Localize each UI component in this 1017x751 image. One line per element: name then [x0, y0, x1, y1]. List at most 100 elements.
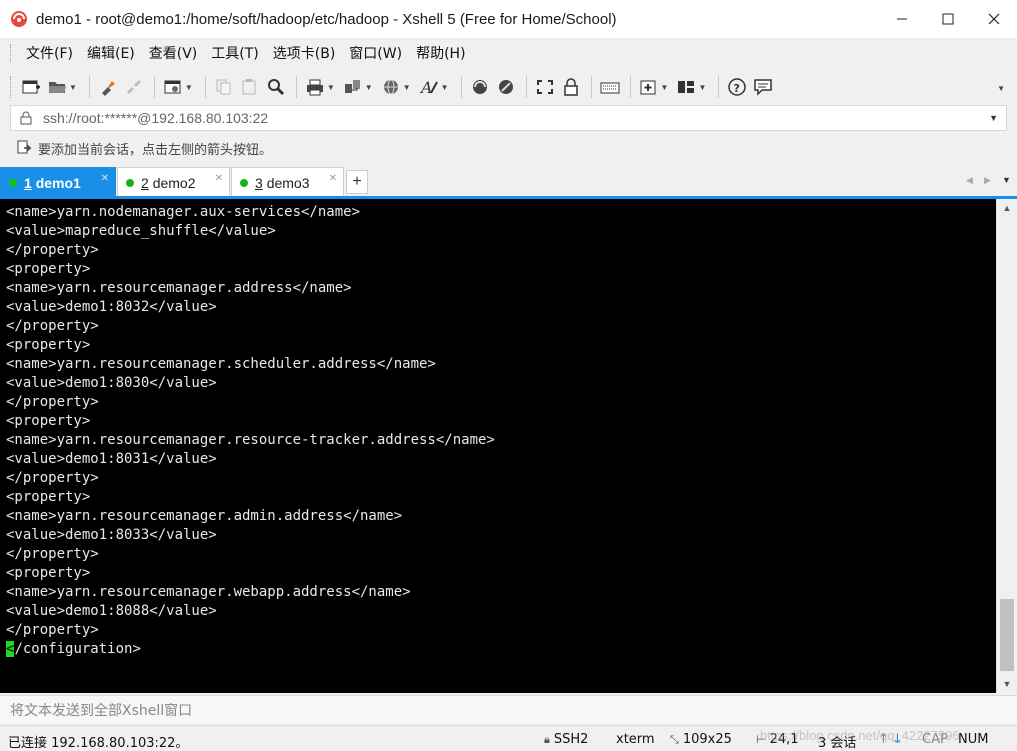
copy-icon [216, 79, 231, 95]
new-session-button[interactable] [19, 75, 43, 99]
window-title: demo1 - root@demo1:/home/soft/hadoop/etc… [36, 10, 617, 28]
tab-close-icon[interactable]: ✕ [329, 173, 337, 184]
protocol-status: 🔒︎ SSH2 [544, 732, 589, 747]
toolbar-separator [460, 76, 462, 98]
caps-lock-indicator: CAP [922, 732, 948, 747]
new-tab-button[interactable]: + [346, 170, 368, 194]
terminal-scrollbar[interactable]: ▲ ▼ [996, 199, 1017, 693]
toolbar: ▼ ▼ ▼ ▼ ▼ A ▼ ▼ ▼ ? ▼ [0, 70, 1017, 104]
address-bar[interactable]: ssh://root:******@192.168.80.103:22 ▼ [10, 105, 1007, 131]
layout-dropdown-icon[interactable]: ▼ [698, 83, 706, 92]
tab-close-icon[interactable]: ✕ [215, 173, 223, 184]
lock-icon [20, 111, 32, 125]
menu-edit[interactable]: 编辑(E) [80, 43, 142, 63]
terminal-line: </property> [6, 394, 99, 410]
resize-icon: ⤡ [670, 733, 679, 746]
font-dropdown-icon[interactable]: ▼ [441, 83, 449, 92]
session-hint-text: 要添加当前会话，点击左侧的箭头按钮。 [38, 142, 273, 158]
address-dropdown-icon[interactable]: ▼ [989, 113, 998, 123]
terminal-line: <property> [6, 565, 91, 581]
scroll-up-icon[interactable]: ▲ [997, 199, 1017, 217]
tab-demo3[interactable]: 3 demo3 ✕ [231, 167, 344, 198]
scroll-down-icon[interactable]: ▼ [997, 675, 1017, 693]
tab-label: 2 demo2 [141, 175, 196, 191]
menu-tools[interactable]: 工具(T) [204, 43, 265, 63]
maximize-button[interactable] [925, 0, 971, 38]
toolbar-overflow-icon[interactable]: ▼ [997, 84, 1005, 93]
transfer-button[interactable] [341, 75, 365, 99]
font-button[interactable]: A [417, 75, 441, 99]
layout-icon [678, 81, 695, 93]
help-button[interactable]: ? [725, 75, 749, 99]
close-button[interactable] [971, 0, 1017, 38]
print-button[interactable] [303, 75, 327, 99]
terminal-line: </property> [6, 546, 99, 562]
svg-text:A: A [419, 78, 433, 96]
transfer-dropdown-icon[interactable]: ▼ [365, 83, 373, 92]
globe-dropdown-icon[interactable]: ▼ [403, 83, 411, 92]
properties-button[interactable] [161, 75, 185, 99]
fullscreen-button[interactable] [533, 75, 557, 99]
open-button[interactable] [45, 75, 69, 99]
terminal-line: <property> [6, 413, 91, 429]
globe-button[interactable] [379, 75, 403, 99]
terminal-line: <value>demo1:8030</value> [6, 375, 217, 391]
paste-button[interactable] [238, 75, 262, 99]
xftp-button[interactable] [468, 75, 492, 99]
find-button[interactable] [264, 75, 288, 99]
connection-status: 已连接 192.168.80.103:22。 [8, 736, 189, 751]
terminal-line: </property> [6, 242, 99, 258]
bookmark-arrow-icon[interactable] [16, 140, 32, 156]
fullscreen-icon [536, 80, 553, 94]
disconnect-button[interactable] [122, 75, 146, 99]
reconnect-button[interactable] [96, 75, 120, 99]
keyboard-button[interactable] [598, 75, 622, 99]
chat-button[interactable] [751, 75, 775, 99]
tab-strip: 1 demo1 ✕ 2 demo2 ✕ 3 demo3 ✕ + ◀ ▶ ▼ [0, 165, 1017, 198]
terminal-size: ⤡ 109x25 [670, 732, 732, 747]
tab-demo2[interactable]: 2 demo2 ✕ [117, 167, 230, 198]
lock-button[interactable] [559, 75, 583, 99]
compose-input[interactable]: 将文本发送到全部Xshell窗口 [10, 700, 1017, 720]
layout-button[interactable] [674, 75, 698, 99]
menu-view[interactable]: 查看(V) [142, 43, 205, 63]
xmanager-button[interactable] [494, 75, 518, 99]
scroll-thumb[interactable] [1000, 599, 1014, 671]
tab-list-dropdown-icon[interactable]: ▼ [1002, 175, 1011, 185]
svg-text:?: ? [734, 82, 740, 95]
close-icon [988, 13, 1000, 25]
menu-grip[interactable] [10, 44, 13, 62]
terminal-line: <name>yarn.resourcemanager.admin.address… [6, 508, 403, 524]
toolbar-grip[interactable] [10, 76, 13, 98]
minimize-button[interactable] [879, 0, 925, 38]
menu-help[interactable]: 帮助(H) [409, 43, 472, 63]
open-dropdown-icon[interactable]: ▼ [69, 83, 77, 92]
toolbar-separator [153, 76, 155, 98]
add-tab-button[interactable] [637, 75, 661, 99]
terminal-line: <name>yarn.resourcemanager.address</name… [6, 280, 352, 296]
tab-demo1[interactable]: 1 demo1 ✕ [0, 167, 116, 198]
menu-tabs[interactable]: 选项卡(B) [266, 43, 343, 63]
session-status-dot [240, 179, 248, 187]
status-bar: 已连接 192.168.80.103:22。 🔒︎ SSH2 xterm ⤡ 109… [0, 725, 1017, 751]
tab-close-icon[interactable]: ✕ [101, 173, 109, 184]
print-dropdown-icon[interactable]: ▼ [327, 83, 335, 92]
add-tab-dropdown-icon[interactable]: ▼ [661, 83, 669, 92]
title-bar: demo1 - root@demo1:/home/soft/hadoop/etc… [0, 0, 1017, 38]
menu-file[interactable]: 文件(F) [19, 43, 80, 63]
menu-window[interactable]: 窗口(W) [342, 43, 409, 63]
compose-bar[interactable]: 将文本发送到全部Xshell窗口 [0, 695, 1017, 723]
terminal-line: <value>mapreduce_shuffle</value> [6, 223, 276, 239]
keyboard-icon [600, 82, 620, 94]
tab-scroll-left-icon[interactable]: ◀ [966, 175, 973, 186]
xshell-logo-icon [11, 11, 27, 27]
properties-dropdown-icon[interactable]: ▼ [185, 83, 193, 92]
add-tab-icon [640, 80, 656, 95]
copy-button[interactable] [212, 75, 236, 99]
maximize-icon [942, 13, 954, 25]
terminal-line: <name>yarn.nodemanager.aux-services</nam… [6, 204, 361, 220]
address-input[interactable]: ssh://root:******@192.168.80.103:22 [43, 110, 989, 126]
terminal-line: <name>yarn.resourcemanager.webapp.addres… [6, 584, 411, 600]
terminal-screen[interactable]: <name>yarn.nodemanager.aux-services</nam… [0, 199, 996, 693]
tab-scroll-right-icon[interactable]: ▶ [984, 175, 991, 186]
